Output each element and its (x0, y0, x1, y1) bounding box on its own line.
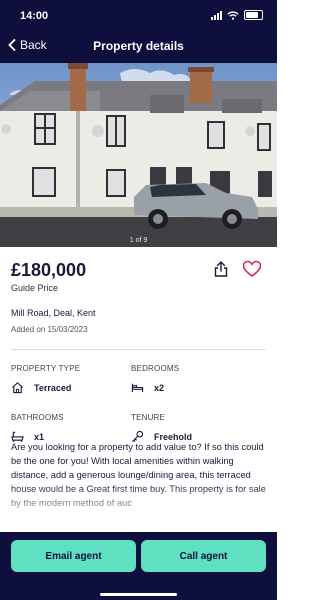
share-button[interactable] (212, 260, 230, 278)
email-agent-button[interactable]: Email agent (11, 540, 136, 572)
spec-label: BATHROOMS (11, 413, 64, 422)
wifi-icon (227, 10, 239, 20)
bed-icon (131, 383, 144, 393)
photo-counter: 1 of 9 (129, 237, 148, 244)
spec-bedrooms: BEDROOMS x2 (131, 364, 251, 394)
action-bar: Email agent Call agent (0, 532, 277, 600)
house-icon (12, 382, 23, 394)
page-title: Property details (93, 39, 184, 53)
status-icons (211, 10, 263, 20)
spec-value: Terraced (34, 382, 72, 393)
header-bar: 14:00 Back Property details (0, 0, 277, 63)
spec-label: TENURE (131, 413, 166, 422)
property-address: Mill Road, Deal, Kent (11, 308, 96, 318)
spec-label: BEDROOMS (131, 364, 180, 373)
battery-icon (244, 10, 263, 20)
status-time: 14:00 (20, 10, 49, 22)
nav-bar: Back Property details (0, 36, 277, 58)
spec-tenure: TENURE Freehold (131, 413, 251, 443)
property-photo-gallery[interactable]: 1 of 9 (0, 63, 277, 247)
heart-icon (242, 260, 262, 277)
call-agent-button[interactable]: Call agent (141, 540, 266, 572)
listing-price: £180,000 (11, 260, 87, 280)
favourite-button[interactable] (242, 260, 262, 278)
date-added: Added on 15/03/2023 (11, 325, 88, 334)
home-indicator (100, 593, 177, 596)
description-fade (0, 484, 277, 524)
spec-value: x2 (154, 382, 165, 393)
spec-label: PROPERTY TYPE (11, 364, 81, 373)
signal-icon (211, 10, 222, 20)
divider (11, 349, 266, 350)
share-icon (214, 261, 228, 277)
price-qualifier: Guide Price (11, 283, 59, 293)
property-photo (0, 63, 277, 247)
status-bar: 14:00 (0, 6, 277, 26)
spec-bathrooms: BATHROOMS x1 (11, 413, 131, 443)
spec-property-type: PROPERTY TYPE Terraced (11, 364, 131, 394)
